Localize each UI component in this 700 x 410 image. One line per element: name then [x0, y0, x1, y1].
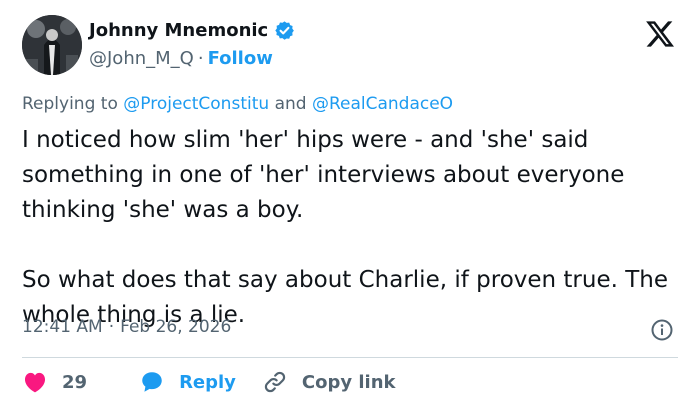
verified-badge-icon	[275, 21, 295, 40]
link-icon	[264, 371, 286, 393]
post-time: 12:41 AM	[22, 317, 103, 337]
handle-separator: ·	[197, 48, 204, 69]
copy-link-button[interactable]: Copy link	[262, 369, 396, 395]
reply-button[interactable]: Reply	[139, 369, 236, 395]
action-bar: 29 Reply Copy link	[22, 369, 422, 395]
author-handle[interactable]: @John_M_Q	[89, 48, 194, 69]
follow-button[interactable]: Follow	[208, 48, 273, 69]
reply-bubble-icon	[142, 372, 162, 392]
post-timestamp[interactable]: 12:41 AM · Feb 26, 2026	[22, 317, 231, 337]
author-name[interactable]: Johnny Mnemonic	[89, 20, 268, 41]
avatar[interactable]	[22, 15, 82, 75]
divider	[22, 357, 678, 358]
info-icon[interactable]	[650, 318, 674, 342]
replying-to: Replying to @ProjectConstitu and @RealCa…	[22, 94, 453, 114]
replying-prefix: Replying to	[22, 94, 118, 114]
mention-link-2[interactable]: @RealCandaceO	[312, 94, 453, 114]
replying-conjunction: and	[274, 94, 307, 114]
meta-separator: ·	[108, 317, 115, 337]
like-button[interactable]: 29	[22, 369, 113, 395]
post-date: Feb 26, 2026	[120, 317, 232, 337]
post-text: I noticed how slim 'her' hips were - and…	[22, 127, 669, 328]
author-name-row: Johnny Mnemonic	[89, 20, 295, 41]
likes-count: 29	[62, 371, 88, 393]
avatar-image	[22, 15, 82, 75]
x-logo-icon[interactable]	[646, 20, 674, 48]
mention-link-1[interactable]: @ProjectConstitu	[123, 94, 269, 114]
copy-link-label: Copy link	[301, 371, 396, 393]
heart-icon	[24, 372, 46, 393]
author-handle-row: @John_M_Q · Follow	[89, 48, 273, 69]
reply-label: Reply	[179, 371, 236, 393]
